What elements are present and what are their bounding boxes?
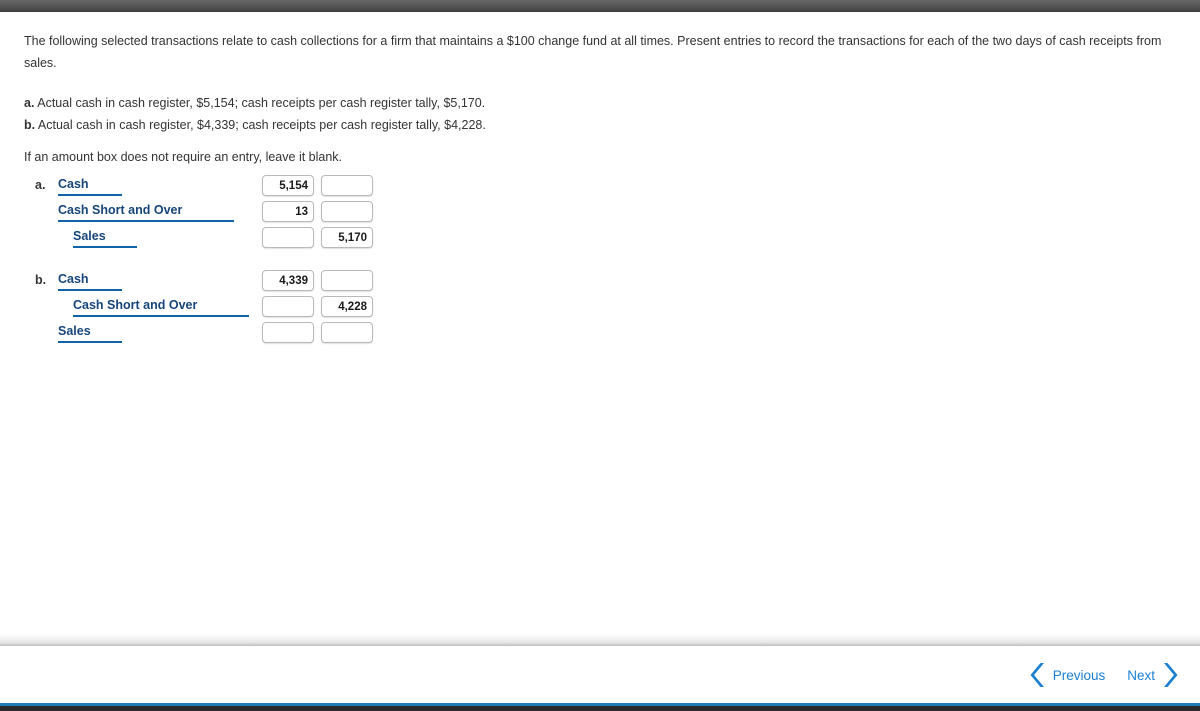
bullet-item-a: a. Actual cash in cash register, $5,154;… [24, 92, 486, 114]
debit-input-b1[interactable] [262, 270, 314, 291]
journal-row: b. Cash [0, 270, 420, 296]
chevron-right-icon [1162, 662, 1178, 688]
credit-input-a3[interactable] [321, 227, 373, 248]
previous-button[interactable]: Previous [1030, 662, 1106, 688]
previous-label: Previous [1052, 667, 1106, 683]
journal-row: Sales [0, 322, 420, 348]
bottom-window-bar [0, 706, 1200, 711]
debit-input-a3[interactable] [262, 227, 314, 248]
account-name-a3[interactable]: Sales [73, 229, 137, 248]
question-bullets: a. Actual cash in cash register, $5,154;… [24, 92, 486, 136]
credit-input-b1[interactable] [321, 270, 373, 291]
blank-entry-note: If an amount box does not require an ent… [24, 150, 343, 164]
journal-entry-b: b. Cash Cash Short and Over Sales [0, 270, 420, 348]
footer-nav-bar: Previous Next [0, 646, 1200, 703]
chevron-left-icon [1030, 662, 1046, 688]
bullet-letter-b: b. [24, 118, 36, 132]
debit-input-b3[interactable] [262, 322, 314, 343]
next-label: Next [1127, 667, 1155, 683]
credit-input-b3[interactable] [321, 322, 373, 343]
account-name-b3[interactable]: Sales [58, 324, 122, 343]
bullet-text-b: Actual cash in cash register, $4,339; ca… [37, 118, 486, 132]
footer-separator [0, 634, 1200, 646]
debit-input-a1[interactable] [262, 175, 314, 196]
next-button[interactable]: Next [1127, 662, 1178, 688]
account-name-a1[interactable]: Cash [58, 177, 122, 196]
account-name-b2[interactable]: Cash Short and Over [73, 298, 249, 317]
bullet-text-a: Actual cash in cash register, $5,154; ca… [37, 96, 486, 110]
debit-input-a2[interactable] [262, 201, 314, 222]
bullet-letter-a: a. [24, 96, 35, 110]
credit-input-a1[interactable] [321, 175, 373, 196]
entry-letter-b: b. [35, 273, 47, 287]
credit-input-a2[interactable] [321, 201, 373, 222]
window-top-bar [0, 0, 1200, 12]
account-name-a2[interactable]: Cash Short and Over [58, 203, 234, 222]
question-prompt: The following selected transactions rela… [24, 34, 1162, 70]
bullet-item-b: b. Actual cash in cash register, $4,339;… [24, 114, 486, 136]
journal-row: Sales [0, 227, 420, 253]
journal-entry-a: a. Cash Cash Short and Over Sales [0, 175, 420, 253]
account-name-b1[interactable]: Cash [58, 272, 122, 291]
journal-row: Cash Short and Over [0, 296, 420, 322]
pagination-controls: Previous Next [1030, 662, 1178, 688]
debit-input-b2[interactable] [262, 296, 314, 317]
journal-row: Cash Short and Over [0, 201, 420, 227]
credit-input-b2[interactable] [321, 296, 373, 317]
question-content: The following selected transactions rela… [0, 12, 1200, 634]
journal-row: a. Cash [0, 175, 420, 201]
entry-letter-a: a. [35, 178, 46, 192]
